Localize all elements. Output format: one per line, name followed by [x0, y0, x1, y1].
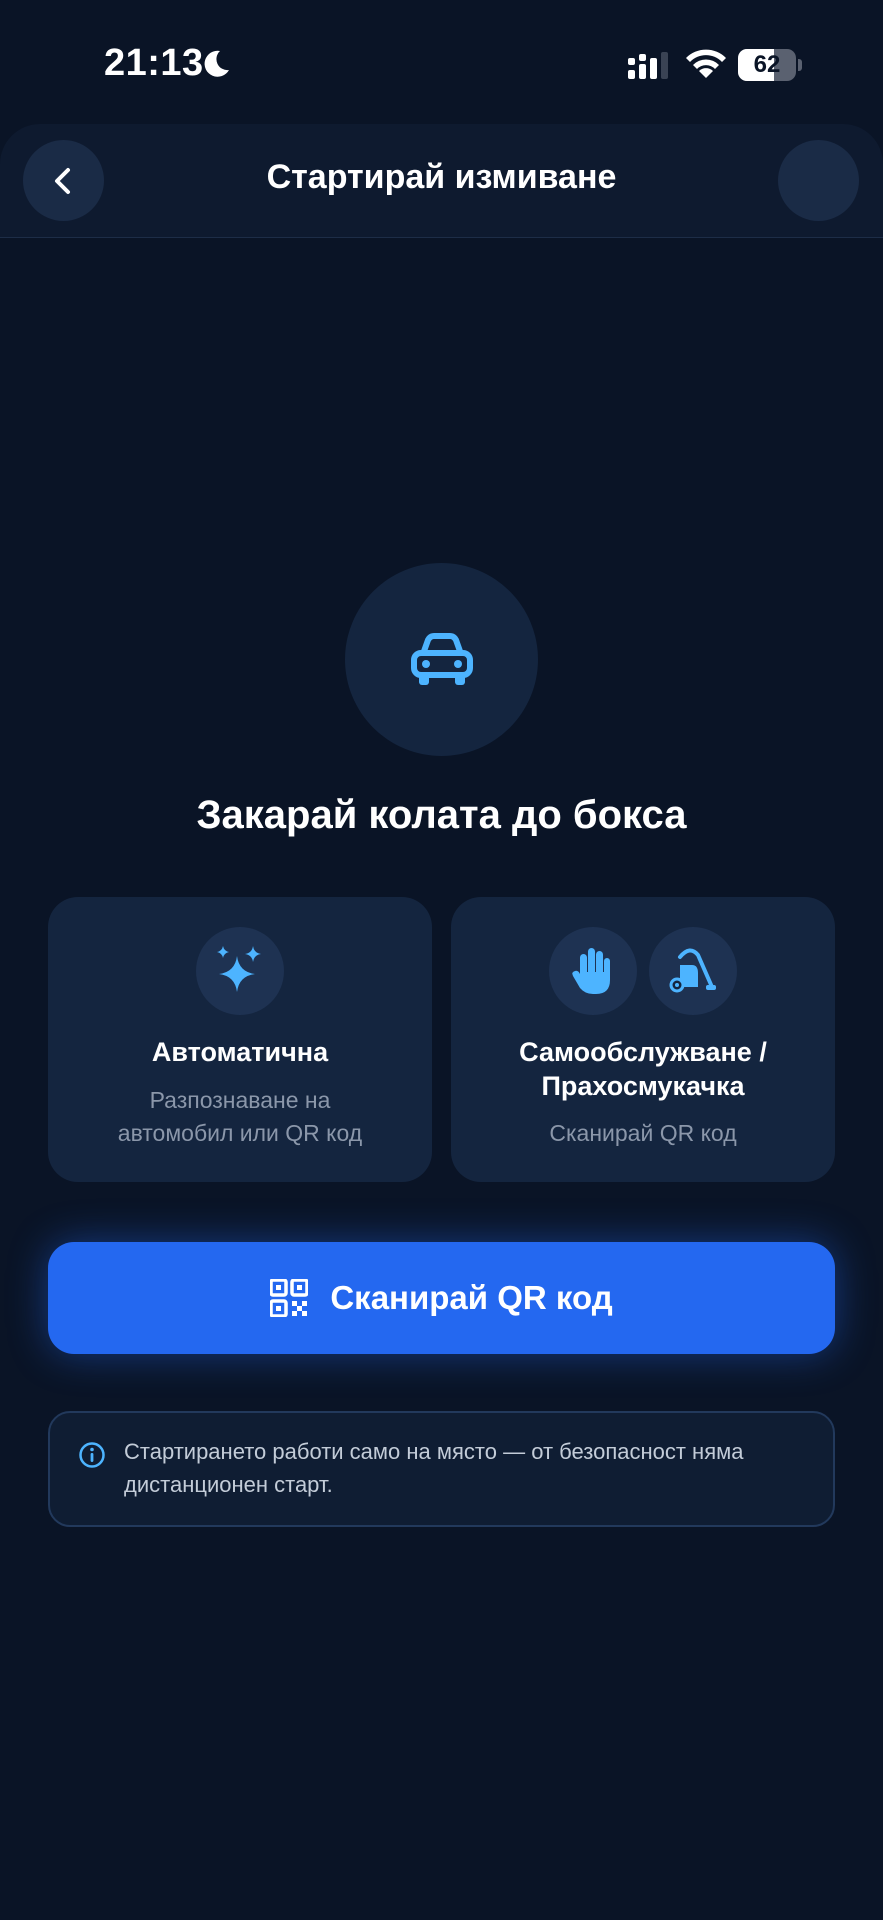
- info-notice: Стартирането работи само на място — от б…: [48, 1411, 835, 1527]
- screen: 21:13 62 Стартирай измиване Закарай кола…: [0, 0, 883, 1920]
- info-text-line2: дистанционен старт.: [124, 1472, 333, 1497]
- vacuum-icon-circle: [649, 927, 737, 1015]
- info-text: Стартирането работи само на място — от б…: [124, 1435, 814, 1501]
- info-icon: [79, 1442, 105, 1468]
- self-service-card[interactable]: Самообслужване / Прахосмукачка Сканирай …: [451, 897, 835, 1182]
- battery-percent: 62: [753, 51, 781, 78]
- page-title: Стартирай измиване: [266, 158, 617, 196]
- status-bar: 21:13 62: [0, 0, 883, 120]
- moon-icon: [204, 50, 229, 77]
- car-icon: [410, 632, 473, 685]
- self-service-card-title-line1: Самообслужване /: [519, 1037, 767, 1067]
- automatic-card-title: Автоматична: [151, 1037, 329, 1067]
- car-icon-circle: [345, 563, 538, 756]
- header-right-button[interactable]: [778, 140, 859, 221]
- hand-icon: [572, 948, 610, 994]
- self-service-card-title-line2: Прахосмукачка: [541, 1071, 745, 1101]
- scan-qr-button[interactable]: Сканирай QR код: [48, 1242, 835, 1354]
- battery-icon: 62: [738, 49, 802, 81]
- hand-icon-circle: [549, 927, 637, 1015]
- vacuum-icon: [669, 948, 716, 993]
- sparkles-icon-circle: [196, 927, 284, 1015]
- scan-qr-button-label: Сканирай QR код: [330, 1279, 613, 1316]
- signal-icon: [628, 52, 668, 79]
- qr-code-icon: [270, 1279, 309, 1317]
- header: Стартирай измиване: [0, 124, 883, 238]
- automatic-card-desc-line2: автомобил или QR код: [117, 1120, 363, 1146]
- info-text-line1: Стартирането работи само на място — от б…: [124, 1439, 744, 1464]
- automatic-card-desc-line1: Разпознаване на: [149, 1087, 331, 1113]
- wifi-icon: [686, 49, 726, 78]
- hero-title: Закарай колата до бокса: [196, 793, 687, 837]
- automatic-wash-card[interactable]: Автоматична Разпознаване на автомобил ил…: [48, 897, 432, 1182]
- sparkles-icon: [217, 946, 261, 992]
- self-service-card-desc: Сканирай QR код: [549, 1120, 737, 1146]
- status-time: 21:13: [104, 42, 204, 84]
